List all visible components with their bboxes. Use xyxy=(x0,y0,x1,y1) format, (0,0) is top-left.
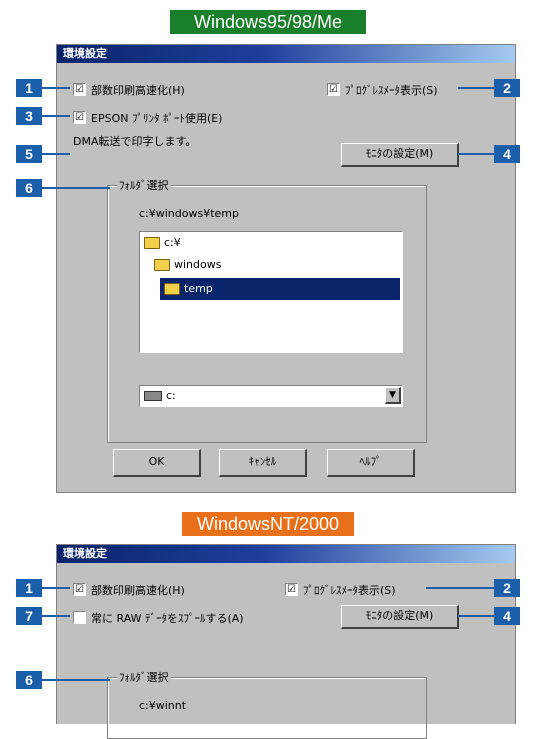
folder-item-label: temp xyxy=(184,282,213,295)
settings-dialog-win9x: 環境設定 ☑ 部数印刷高速化(H) ☑ ﾌﾟﾛｸﾞﾚｽﾒｰﾀ表示(S) ☑ EP… xyxy=(56,44,516,493)
callout-line xyxy=(426,587,494,589)
os-banner-bottom: WindowsNT/2000 xyxy=(182,512,354,536)
fast-copy-checkbox[interactable]: ☑ xyxy=(73,83,86,96)
epson-port-checkbox[interactable]: ☑ xyxy=(73,111,86,124)
callout-2: 2 xyxy=(494,579,520,597)
settings-dialog-nt: 環境設定 ☑ 部数印刷高速化(H) ☑ ﾌﾟﾛｸﾞﾚｽﾒｰﾀ表示(S) 常に R… xyxy=(56,544,516,739)
dialog-title-bar: 環境設定 xyxy=(57,45,515,63)
callout-line xyxy=(42,615,70,617)
callout-3: 3 xyxy=(16,107,42,125)
progress-meter-label: ﾌﾟﾛｸﾞﾚｽﾒｰﾀ表示(S) xyxy=(303,584,396,597)
chevron-down-icon[interactable]: ▼ xyxy=(385,387,401,404)
callout-4: 4 xyxy=(494,145,520,163)
drive-label: c: xyxy=(166,389,176,402)
fast-copy-label: 部数印刷高速化(H) xyxy=(91,584,185,597)
callout-4: 4 xyxy=(494,607,520,625)
dma-status-text: DMA転送で印字します。 xyxy=(73,135,197,148)
dialog-title-bar: 環境設定 xyxy=(57,545,515,563)
folder-item-windows[interactable]: windows xyxy=(154,258,221,271)
progress-meter-checkbox[interactable]: ☑ xyxy=(327,83,340,96)
folder-item-root[interactable]: c:¥ xyxy=(144,236,181,249)
drive-select[interactable]: c: ▼ xyxy=(139,385,403,407)
callout-line xyxy=(42,187,110,189)
cancel-button[interactable]: ｷｬﾝｾﾙ xyxy=(219,449,307,477)
folder-select-title: ﾌｫﾙﾀﾞ選択 xyxy=(117,669,171,685)
callout-line xyxy=(42,115,70,117)
callout-line xyxy=(458,615,494,617)
callout-line xyxy=(42,679,110,681)
callout-7: 7 xyxy=(16,607,42,625)
folder-item-label: windows xyxy=(174,258,222,271)
callout-1: 1 xyxy=(16,79,42,97)
callout-1: 1 xyxy=(16,579,42,597)
fast-copy-checkbox[interactable]: ☑ xyxy=(73,583,86,596)
epson-port-label: EPSON ﾌﾟﾘﾝﾀ ﾎﾟｰﾄ使用(E) xyxy=(91,112,223,125)
monitor-settings-button[interactable]: ﾓﾆﾀの設定(M) xyxy=(341,605,459,629)
callout-line xyxy=(42,153,70,155)
callout-6: 6 xyxy=(16,179,42,197)
fast-copy-label: 部数印刷高速化(H) xyxy=(91,84,185,97)
open-folder-icon xyxy=(164,283,180,295)
callout-5: 5 xyxy=(16,145,42,163)
progress-meter-checkbox[interactable]: ☑ xyxy=(285,583,298,596)
callout-line xyxy=(42,587,70,589)
monitor-settings-button[interactable]: ﾓﾆﾀの設定(M) xyxy=(341,143,459,167)
folder-select-title: ﾌｫﾙﾀﾞ選択 xyxy=(117,177,171,193)
drive-selected-value: c: xyxy=(144,389,176,402)
drive-icon xyxy=(144,391,162,401)
folder-item-temp-selected[interactable]: temp xyxy=(160,278,400,300)
ok-button[interactable]: OK xyxy=(113,449,201,477)
help-button[interactable]: ﾍﾙﾌﾟ xyxy=(327,449,415,477)
callout-line xyxy=(42,87,70,89)
progress-meter-label: ﾌﾟﾛｸﾞﾚｽﾒｰﾀ表示(S) xyxy=(345,84,438,97)
current-folder-path: c:¥winnt xyxy=(139,699,187,712)
folder-item-label: c:¥ xyxy=(164,236,181,249)
open-folder-icon xyxy=(144,237,160,249)
open-folder-icon xyxy=(154,259,170,271)
callout-line xyxy=(458,87,494,89)
folder-tree-list[interactable]: c:¥ windows temp xyxy=(139,231,403,353)
callout-6: 6 xyxy=(16,671,42,689)
current-folder-path: c:¥windows¥temp xyxy=(139,207,239,220)
callout-2: 2 xyxy=(494,79,520,97)
callout-line xyxy=(458,153,494,155)
raw-spool-label: 常に RAW ﾃﾞｰﾀをｽﾌﾟｰﾙする(A) xyxy=(91,612,244,625)
os-banner-top: Windows95/98/Me xyxy=(170,10,366,34)
raw-spool-checkbox[interactable] xyxy=(73,611,86,624)
